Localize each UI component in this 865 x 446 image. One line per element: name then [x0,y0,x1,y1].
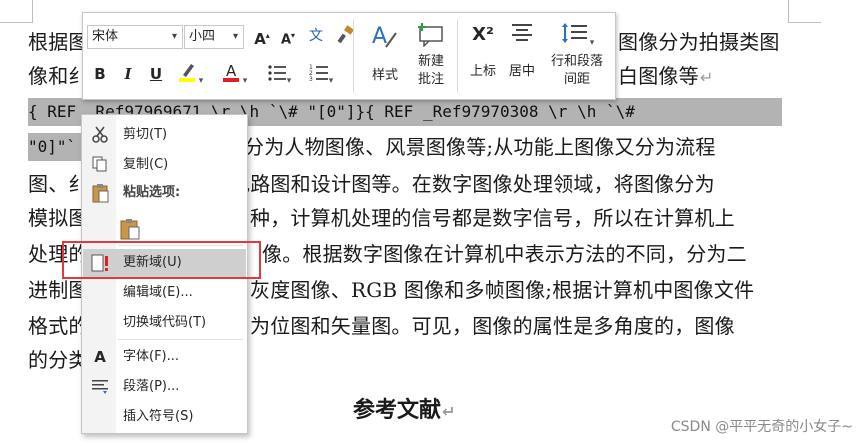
menu-item-paste-options: 粘贴选项: [83,179,246,207]
doc-line-2: 像和纟 [28,64,89,88]
align-center-icon [512,24,532,41]
mini-toolbar: 宋体 ▾ 小四 ▾ A▴ A▾ 文 B I U ▾ A ▾ ▾ 1 2 3 ▾ A 样式 新… [82,12,616,100]
doc-line-6-rest: 像。根据数字图像在计算机中表示方法的不同，分为二 [262,242,747,266]
watermark: CSDN @平平无奇的小女子~ [670,419,853,435]
numbered-list-icon: 123 [309,64,328,83]
menu-item-insert-symbol[interactable]: 插入符号(S) [83,403,246,431]
menu-item-paragraph[interactable]: 段落(P)... [83,373,246,401]
center-label: 居中 [508,64,535,79]
phonetic-icon: 文 [309,28,323,44]
font-name-combo[interactable]: 宋体 ▾ [87,25,183,49]
bullet-list-icon [268,65,286,81]
font-color-button[interactable]: A ▾ [217,61,251,86]
paste-keep-text-icon [119,217,141,240]
shrink-font-button[interactable]: A▾ [279,25,297,49]
menu-item-cut[interactable]: 剪切(T) [83,121,246,149]
font-size-combo[interactable]: 小四 ▾ [184,25,244,49]
toolbar-separator [457,19,458,93]
scissors-icon [89,125,111,145]
chevron-down-icon: ▾ [242,76,248,86]
phonetic-guide-button[interactable]: 文 [305,25,327,49]
doc-line-7-rest: 灰度图像、RGB 图像和多帧图像;根据计算机中图像文件 [250,278,755,302]
doc-line-5: 模拟图 [28,206,89,230]
svg-text:3: 3 [309,76,313,83]
line-spacing-label: 行和段落 间距 [550,54,603,87]
doc-line-5-rest: 种，计算机处理的信号都是数字信号，所以在计算机上 [250,206,735,230]
menu-item-copy[interactable]: 复制(C) [83,151,246,179]
highlight-color-button[interactable]: ▾ [173,61,207,86]
toolbar-separator [353,19,354,93]
center-align-button[interactable]: 居中 [503,21,541,91]
italic-button[interactable]: I [119,63,137,87]
grow-font-button[interactable]: A▴ [253,25,271,49]
chevron-down-icon: ▾ [589,38,595,48]
annotation-highlight-box [62,241,261,279]
underline-button[interactable]: U [147,63,165,87]
heading-paragraph-mark: ↵ [442,402,456,421]
doc-line-9: 的分类 [28,348,89,372]
doc-line-8: 格式的 [28,314,89,338]
references-heading: 参考文献↵ [353,397,456,423]
page-corner-mark-left [0,0,33,23]
new-comment-label: 新建 批注 [417,54,444,87]
doc-line-3-rest: 分为人物图像、风景图像等;从功能上图像又分为流程 [244,135,716,159]
paragraph-mark: ↵ [699,68,714,87]
paste-icon [89,183,111,203]
line-spacing-button[interactable]: ▾ 行和段落 间距 [543,21,611,97]
new-comment-icon [418,23,443,48]
line-spacing-icon [561,23,587,43]
copy-icon [89,155,111,175]
menu-item-toggle-field-codes[interactable]: 切换域代码(T) [83,309,246,337]
chevron-down-icon: ▾ [286,76,292,86]
bold-button[interactable]: B [91,63,109,87]
doc-line-2-rest: 白图像等↵ [618,64,714,88]
chevron-down-icon: ▾ [198,76,204,86]
svg-text:A: A [372,24,387,49]
svg-text:A: A [226,62,237,80]
highlighter-icon [178,64,195,82]
doc-line-1: 根据图 [28,30,89,54]
doc-line-4: 图、纟 [28,172,89,196]
doc-line-4-rest: 电路图和设计图等。在数字图像处理领域，将图像分为 [230,172,715,196]
paragraph-icon [89,377,111,397]
chevron-down-icon: ▾ [328,76,334,86]
chevron-down-icon: ▾ [171,31,177,42]
bullets-button[interactable]: ▾ [263,63,295,87]
menu-separator [118,339,243,340]
page-corner-mark-right [788,0,821,23]
numbering-button[interactable]: 1 2 3 ▾ [305,63,337,87]
menu-item-edit-field[interactable]: 编辑域(E)... [83,279,246,307]
doc-line-1-rest: 图像分为拍摄类图 [618,30,780,54]
doc-line-8-rest: 为位图和矢量图。可见，图像的属性是多角度的，图像 [250,314,735,338]
menu-item-font[interactable]: A 字体(F)... [83,343,246,371]
superscript-button[interactable]: X² 上标 [463,21,503,91]
styles-label: 样式 [371,68,398,83]
font-icon: A [94,348,106,366]
new-comment-button[interactable]: 新建 批注 [411,21,451,91]
superscript-label: 上标 [469,64,496,79]
styles-icon: A [372,24,397,49]
font-color-icon: A [222,62,239,82]
superscript-icon: X² [472,24,494,45]
paste-keep-text-button[interactable] [83,211,246,245]
styles-button[interactable]: A 样式 [363,21,407,91]
chevron-down-icon: ▾ [232,31,238,42]
